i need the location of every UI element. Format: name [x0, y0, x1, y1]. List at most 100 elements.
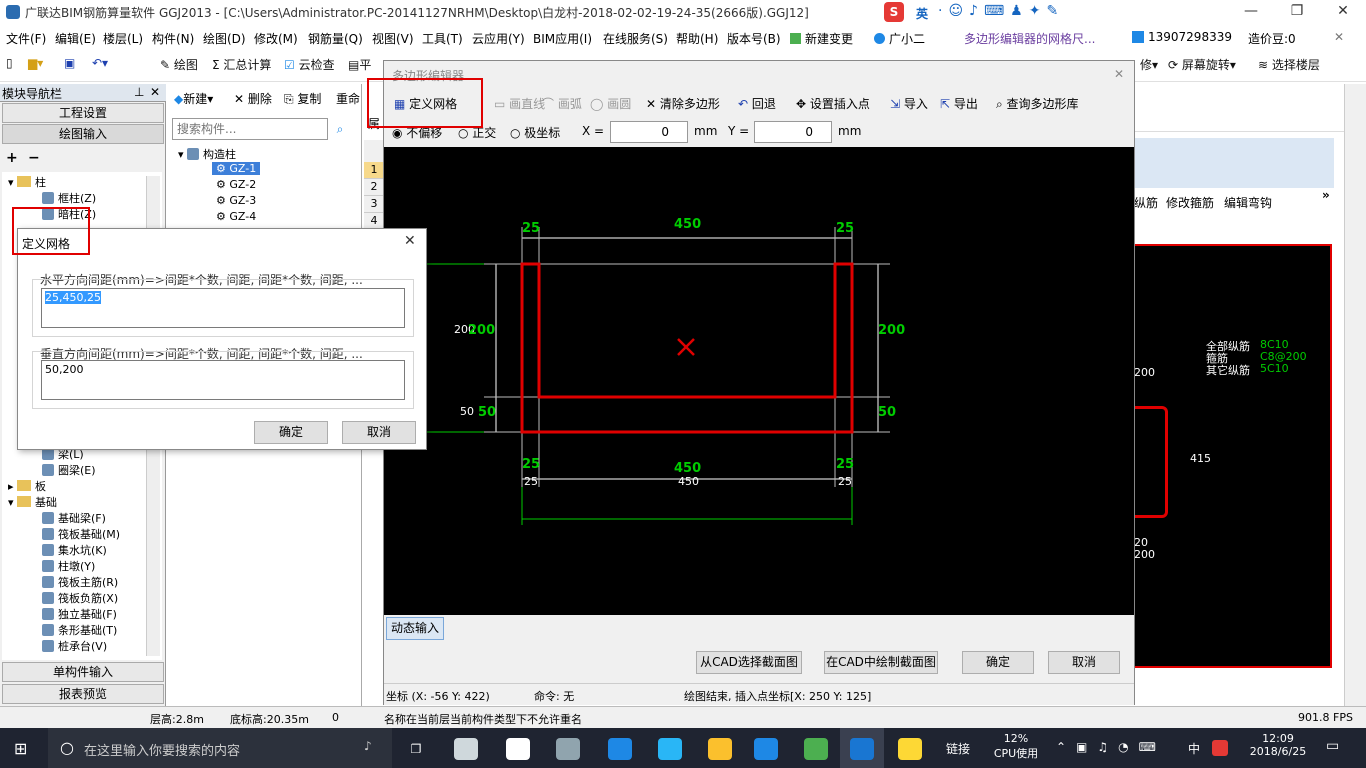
tree-item-raft[interactable]: 筏板基础(M) — [42, 526, 120, 542]
active-app[interactable] — [840, 728, 884, 768]
notes-icon[interactable] — [898, 738, 922, 760]
menu-draw[interactable]: 绘图(D) — [203, 30, 246, 47]
component-item-gz1[interactable]: ⚙ GZ-1 — [212, 162, 261, 175]
more-chevron-icon[interactable]: » — [1322, 188, 1330, 202]
tree-item-frame-column[interactable]: 框柱(Z) — [42, 190, 96, 206]
query-library-button[interactable]: ⌕ 查询多边形库 — [996, 95, 1079, 112]
grid-row[interactable]: 2 — [364, 179, 384, 196]
tree-item-foundation-beam[interactable]: 基础梁(F) — [42, 510, 106, 526]
menu-hint[interactable]: 多边形编辑器的网格尺... — [964, 30, 1095, 47]
flat-button[interactable]: ▤平 — [348, 56, 371, 73]
menu-more-icon[interactable]: ✕ — [1334, 30, 1344, 44]
menu-online[interactable]: 在线服务(S) — [603, 30, 668, 47]
y-input[interactable]: 0 — [754, 121, 832, 143]
tab-modify-stirrup[interactable]: 修改箍筋 — [1166, 194, 1214, 211]
new-file-icon[interactable]: ▯ — [6, 56, 13, 70]
menu-file[interactable]: 文件(F) — [6, 30, 46, 47]
sogou-icon[interactable]: S — [884, 2, 904, 22]
menu-version[interactable]: 版本号(B) — [727, 30, 781, 47]
menu-edit[interactable]: 编辑(E) — [55, 30, 96, 47]
grid-ok-button[interactable]: 确定 — [254, 421, 328, 444]
search-icon[interactable]: ⌕ — [330, 118, 350, 140]
file-explorer-icon[interactable] — [708, 738, 732, 760]
draw-input-button[interactable]: 绘图输入 — [2, 124, 164, 144]
clock[interactable]: 12:09 2018/6/25 — [1246, 732, 1310, 758]
report-preview-button[interactable]: 报表预览 — [2, 684, 164, 704]
component-item-gz4[interactable]: ⚙ GZ-4 — [216, 210, 256, 223]
glodon-icon[interactable] — [754, 738, 778, 760]
notification-icon[interactable]: ▭ — [1326, 738, 1339, 754]
import-button[interactable]: ⇲ 导入 — [890, 95, 928, 112]
minimize-button[interactable]: — — [1228, 0, 1274, 24]
menu-new-change[interactable]: 新建变更 — [790, 30, 853, 47]
tree-item-pier[interactable]: 柱墩(Y) — [42, 558, 95, 574]
draw-in-cad-button[interactable]: 在CAD中绘制截面图 — [824, 651, 938, 674]
rotate-button[interactable]: ⟳ 屏幕旋转▾ — [1168, 56, 1236, 73]
draw-line-button[interactable]: ▭ 画直线 — [494, 95, 545, 112]
ime-lang[interactable]: 英 — [916, 5, 928, 22]
menu-floor[interactable]: 楼层(L) — [103, 30, 143, 47]
radio-polar[interactable]: ○ 极坐标 — [510, 124, 560, 141]
browser-icon[interactable] — [804, 738, 828, 760]
ime-tools-icon[interactable]: ·☺♪⌨♟✦✎ — [938, 3, 1064, 19]
delete-component-button[interactable]: ✕ 删除 — [234, 90, 272, 107]
pin-icon[interactable]: ⊥ — [134, 85, 144, 99]
grid-row[interactable]: 1 — [364, 162, 384, 179]
menu-cloud[interactable]: 云应用(Y) — [472, 30, 525, 47]
menu-view[interactable]: 视图(V) — [372, 30, 414, 47]
taskbar-link[interactable]: 链接 — [946, 740, 970, 757]
poly-cancel-button[interactable]: 取消 — [1048, 651, 1120, 674]
tree-item-strip[interactable]: 条形基础(T) — [42, 622, 117, 638]
menu-help[interactable]: 帮助(H) — [676, 30, 718, 47]
tree-item-isolated[interactable]: 独立基础(F) — [42, 606, 117, 622]
ie2-icon[interactable] — [658, 738, 682, 760]
undo-step-button[interactable]: ↶ 回退 — [738, 95, 776, 112]
menu-bim[interactable]: BIM应用(I) — [533, 30, 592, 47]
undo-icon[interactable]: ↶▾ — [92, 56, 108, 70]
expand-all-icon[interactable]: + — [6, 150, 18, 166]
open-folder-icon[interactable]: ▆▾ — [28, 56, 43, 70]
close-button[interactable]: ✕ — [1320, 0, 1366, 24]
component-search-input[interactable] — [172, 118, 328, 140]
input-lang[interactable]: 中 — [1188, 740, 1200, 757]
restore-button[interactable]: ❐ — [1274, 0, 1320, 24]
single-input-button[interactable]: 单构件输入 — [2, 662, 164, 682]
poly-ok-button[interactable]: 确定 — [962, 651, 1034, 674]
component-item-gz3[interactable]: ⚙ GZ-3 — [216, 194, 256, 207]
draw-arc-button[interactable]: ⌒ 画弧 — [542, 95, 582, 112]
start-icon[interactable]: ⊞ — [14, 740, 32, 758]
tree-item-pile-cap[interactable]: 桩承台(V) — [42, 638, 107, 654]
draw-button[interactable]: ✎ 绘图 — [160, 56, 198, 73]
project-setup-button[interactable]: 工程设置 — [2, 103, 164, 123]
menu-tools[interactable]: 工具(T) — [422, 30, 463, 47]
copy-component-button[interactable]: ⎘ 复制 — [284, 90, 321, 107]
tree-item-raft-main[interactable]: 筏板主筋(R) — [42, 574, 118, 590]
menu-component[interactable]: 构件(N) — [152, 30, 194, 47]
select-floor-button[interactable]: ≋ 选择楼层 — [1258, 56, 1320, 73]
poly-close-icon[interactable]: ✕ — [1114, 67, 1124, 81]
modify-dropdown[interactable]: 修▾ — [1140, 56, 1158, 73]
tray-icons[interactable]: ⌃▣♫◔⌨ — [1056, 740, 1166, 754]
edge-icon[interactable] — [608, 738, 632, 760]
account[interactable]: 13907298339 — [1132, 30, 1232, 44]
select-from-cad-button[interactable]: 从CAD选择截面图 — [696, 651, 802, 674]
tab-longitudinal[interactable]: 纵筋 — [1134, 194, 1158, 211]
tree-item-ring-beam[interactable]: 圈梁(E) — [42, 462, 96, 478]
new-component-button[interactable]: ◆新建▾ — [174, 90, 213, 107]
save-icon[interactable]: ▣ — [64, 56, 75, 70]
sum-button[interactable]: Σ 汇总计算 — [212, 56, 271, 73]
tree-node-gz[interactable]: ▾ 构造柱 — [178, 146, 236, 162]
export-button[interactable]: ⇱ 导出 — [940, 95, 978, 112]
price-beans[interactable]: 造价豆:0 — [1248, 30, 1296, 47]
task-view-icon[interactable]: ❐ — [404, 738, 428, 760]
tree-item-raft-neg[interactable]: 筏板负筋(X) — [42, 590, 118, 606]
menu-rebar[interactable]: 钢筋量(Q) — [308, 30, 363, 47]
tab-edit-hook[interactable]: 编辑弯钩 — [1224, 194, 1272, 211]
main-scrollbar[interactable] — [1344, 84, 1366, 706]
x-input[interactable]: 0 — [610, 121, 688, 143]
cpu-meter[interactable]: 12% CPU使用 — [990, 732, 1042, 761]
tree-node-column[interactable]: ▾ 柱 — [8, 174, 46, 190]
dynamic-input-button[interactable]: 动态输入 — [386, 617, 444, 640]
component-item-gz2[interactable]: ⚙ GZ-2 — [216, 178, 256, 191]
tree-item-sump[interactable]: 集水坑(K) — [42, 542, 107, 558]
